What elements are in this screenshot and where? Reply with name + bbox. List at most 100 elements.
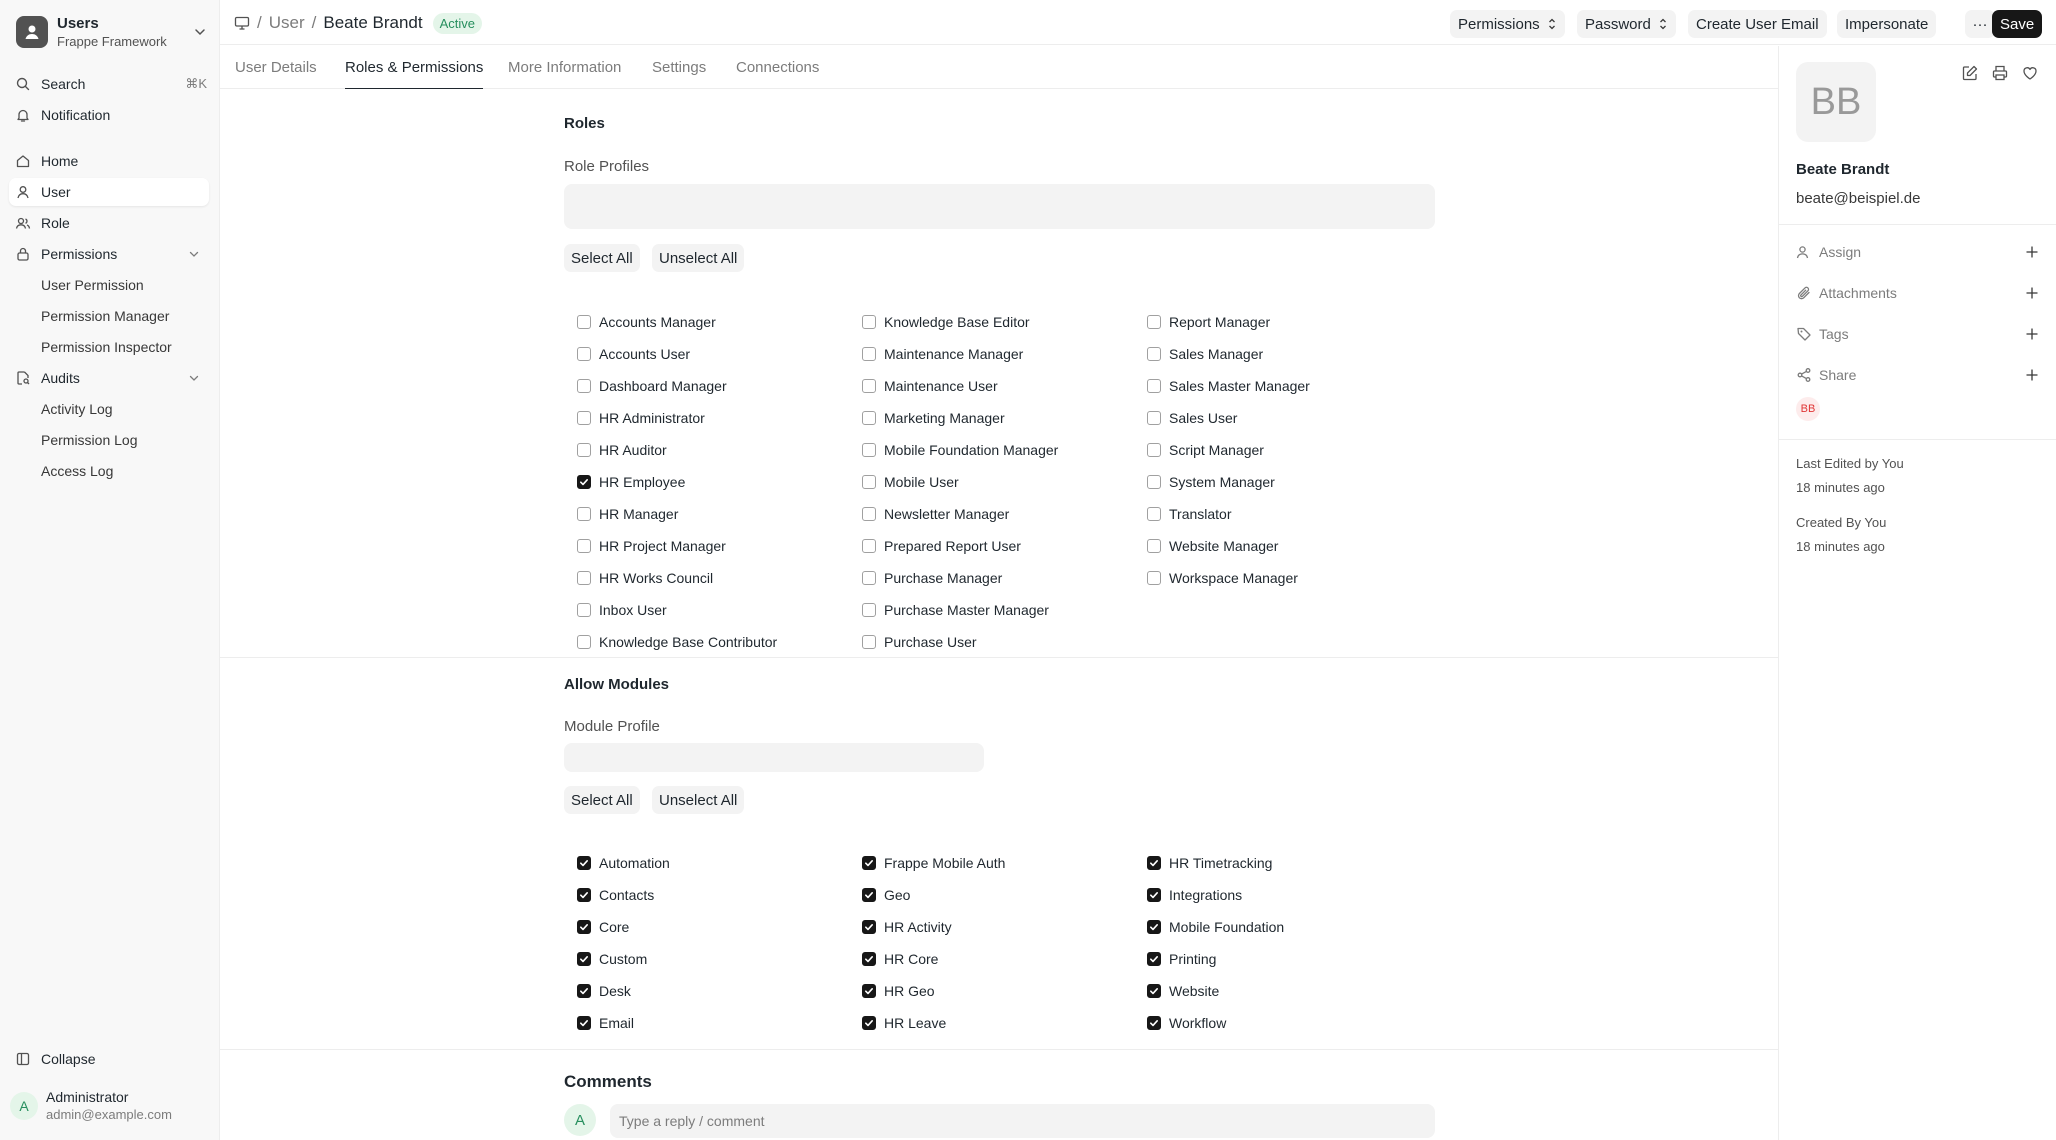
checkbox-unchecked-icon[interactable]: [862, 411, 876, 425]
assign-row[interactable]: Assign: [1796, 241, 2040, 263]
module-checkbox[interactable]: Desk: [577, 981, 631, 1001]
plus-icon[interactable]: [2024, 326, 2040, 342]
attachments-row[interactable]: Attachments: [1796, 282, 2040, 304]
role-checkbox[interactable]: Workspace Manager: [1147, 568, 1298, 588]
role-checkbox[interactable]: Report Manager: [1147, 312, 1270, 332]
role-checkbox[interactable]: Dashboard Manager: [577, 376, 727, 396]
checkbox-checked-icon[interactable]: [577, 1016, 591, 1030]
tab-settings[interactable]: Settings: [652, 46, 706, 89]
role-checkbox[interactable]: Prepared Report User: [862, 536, 1021, 556]
checkbox-unchecked-icon[interactable]: [862, 603, 876, 617]
role-checkbox[interactable]: Knowledge Base Contributor: [577, 632, 777, 652]
module-profile-field[interactable]: [564, 743, 984, 772]
roles-unselect-all-button[interactable]: Unselect All: [652, 244, 745, 272]
tab-more-information[interactable]: More Information: [508, 46, 621, 89]
checkbox-unchecked-icon[interactable]: [1147, 475, 1161, 489]
checkbox-checked-icon[interactable]: [1147, 952, 1161, 966]
module-checkbox[interactable]: Contacts: [577, 885, 654, 905]
tab-user-details[interactable]: User Details: [235, 46, 317, 89]
plus-icon[interactable]: [2024, 367, 2040, 383]
checkbox-unchecked-icon[interactable]: [862, 507, 876, 521]
role-checkbox[interactable]: HR Administrator: [577, 408, 705, 428]
plus-icon[interactable]: [2024, 244, 2040, 260]
avatar[interactable]: BB: [1796, 62, 1876, 142]
sidebar-item-access-log[interactable]: Access Log: [31, 457, 209, 485]
impersonate-button[interactable]: Impersonate: [1837, 10, 1937, 38]
sidebar-search[interactable]: Search ⌘K: [9, 70, 209, 98]
modules-select-all-button[interactable]: Select All: [564, 786, 640, 814]
role-checkbox[interactable]: Newsletter Manager: [862, 504, 1009, 524]
checkbox-checked-icon[interactable]: [862, 984, 876, 998]
roles-select-all-button[interactable]: Select All: [564, 244, 640, 272]
breadcrumb-user[interactable]: User: [269, 13, 305, 33]
heart-icon[interactable]: [2021, 64, 2039, 82]
module-checkbox[interactable]: Custom: [577, 949, 647, 969]
module-checkbox[interactable]: Workflow: [1147, 1013, 1226, 1033]
role-checkbox[interactable]: Accounts User: [577, 344, 690, 364]
checkbox-unchecked-icon[interactable]: [577, 603, 591, 617]
module-checkbox[interactable]: HR Timetracking: [1147, 853, 1272, 873]
checkbox-unchecked-icon[interactable]: [577, 347, 591, 361]
role-checkbox[interactable]: Sales Master Manager: [1147, 376, 1310, 396]
checkbox-checked-icon[interactable]: [1147, 920, 1161, 934]
module-checkbox[interactable]: HR Activity: [862, 917, 952, 937]
user-menu[interactable]: A Administrator admin@example.com: [9, 1084, 209, 1128]
sidebar-item-audits[interactable]: Audits: [9, 364, 209, 392]
module-checkbox[interactable]: Email: [577, 1013, 634, 1033]
checkbox-unchecked-icon[interactable]: [862, 347, 876, 361]
tab-connections[interactable]: Connections: [736, 46, 819, 89]
desktop-icon[interactable]: [234, 15, 250, 31]
role-checkbox[interactable]: Mobile User: [862, 472, 959, 492]
role-checkbox[interactable]: HR Works Council: [577, 568, 713, 588]
module-checkbox[interactable]: Printing: [1147, 949, 1216, 969]
app-switcher[interactable]: Users Frappe Framework: [16, 13, 208, 51]
role-checkbox[interactable]: Maintenance Manager: [862, 344, 1023, 364]
permissions-dropdown[interactable]: Permissions: [1450, 10, 1565, 38]
role-checkbox[interactable]: Knowledge Base Editor: [862, 312, 1030, 332]
module-checkbox[interactable]: Geo: [862, 885, 910, 905]
module-checkbox[interactable]: Frappe Mobile Auth: [862, 853, 1005, 873]
checkbox-checked-icon[interactable]: [577, 984, 591, 998]
role-checkbox[interactable]: Mobile Foundation Manager: [862, 440, 1058, 460]
checkbox-unchecked-icon[interactable]: [577, 411, 591, 425]
checkbox-unchecked-icon[interactable]: [577, 379, 591, 393]
role-checkbox[interactable]: Accounts Manager: [577, 312, 716, 332]
checkbox-unchecked-icon[interactable]: [1147, 411, 1161, 425]
checkbox-unchecked-icon[interactable]: [577, 635, 591, 649]
modules-unselect-all-button[interactable]: Unselect All: [652, 786, 745, 814]
tags-row[interactable]: Tags: [1796, 323, 2040, 345]
checkbox-unchecked-icon[interactable]: [1147, 315, 1161, 329]
checkbox-unchecked-icon[interactable]: [1147, 379, 1161, 393]
checkbox-unchecked-icon[interactable]: [577, 571, 591, 585]
checkbox-unchecked-icon[interactable]: [1147, 571, 1161, 585]
role-checkbox[interactable]: Marketing Manager: [862, 408, 1005, 428]
module-checkbox[interactable]: HR Core: [862, 949, 938, 969]
checkbox-unchecked-icon[interactable]: [577, 539, 591, 553]
checkbox-unchecked-icon[interactable]: [1147, 507, 1161, 521]
role-checkbox[interactable]: Inbox User: [577, 600, 667, 620]
comment-input[interactable]: Type a reply / comment: [610, 1104, 1435, 1138]
module-checkbox[interactable]: HR Leave: [862, 1013, 946, 1033]
password-dropdown[interactable]: Password: [1577, 10, 1676, 38]
share-row[interactable]: Share: [1796, 364, 2040, 386]
sidebar-item-permission-manager[interactable]: Permission Manager: [31, 302, 209, 330]
shared-user-avatar[interactable]: BB: [1796, 397, 1820, 421]
create-user-email-button[interactable]: Create User Email: [1688, 10, 1827, 38]
role-checkbox[interactable]: Purchase Master Manager: [862, 600, 1049, 620]
sidebar-item-home[interactable]: Home: [9, 147, 209, 175]
role-profiles-field[interactable]: [564, 184, 1435, 229]
module-checkbox[interactable]: HR Geo: [862, 981, 935, 1001]
checkbox-checked-icon[interactable]: [1147, 984, 1161, 998]
checkbox-unchecked-icon[interactable]: [862, 475, 876, 489]
sidebar-item-permission-log[interactable]: Permission Log: [31, 426, 209, 454]
module-checkbox[interactable]: Automation: [577, 853, 670, 873]
checkbox-checked-icon[interactable]: [1147, 1016, 1161, 1030]
checkbox-unchecked-icon[interactable]: [862, 443, 876, 457]
checkbox-unchecked-icon[interactable]: [862, 379, 876, 393]
sidebar-item-permissions[interactable]: Permissions: [9, 240, 209, 268]
checkbox-checked-icon[interactable]: [577, 475, 591, 489]
checkbox-unchecked-icon[interactable]: [577, 507, 591, 521]
collapse-button[interactable]: Collapse: [9, 1045, 209, 1073]
checkbox-unchecked-icon[interactable]: [862, 635, 876, 649]
sidebar-item-role[interactable]: Role: [9, 209, 209, 237]
